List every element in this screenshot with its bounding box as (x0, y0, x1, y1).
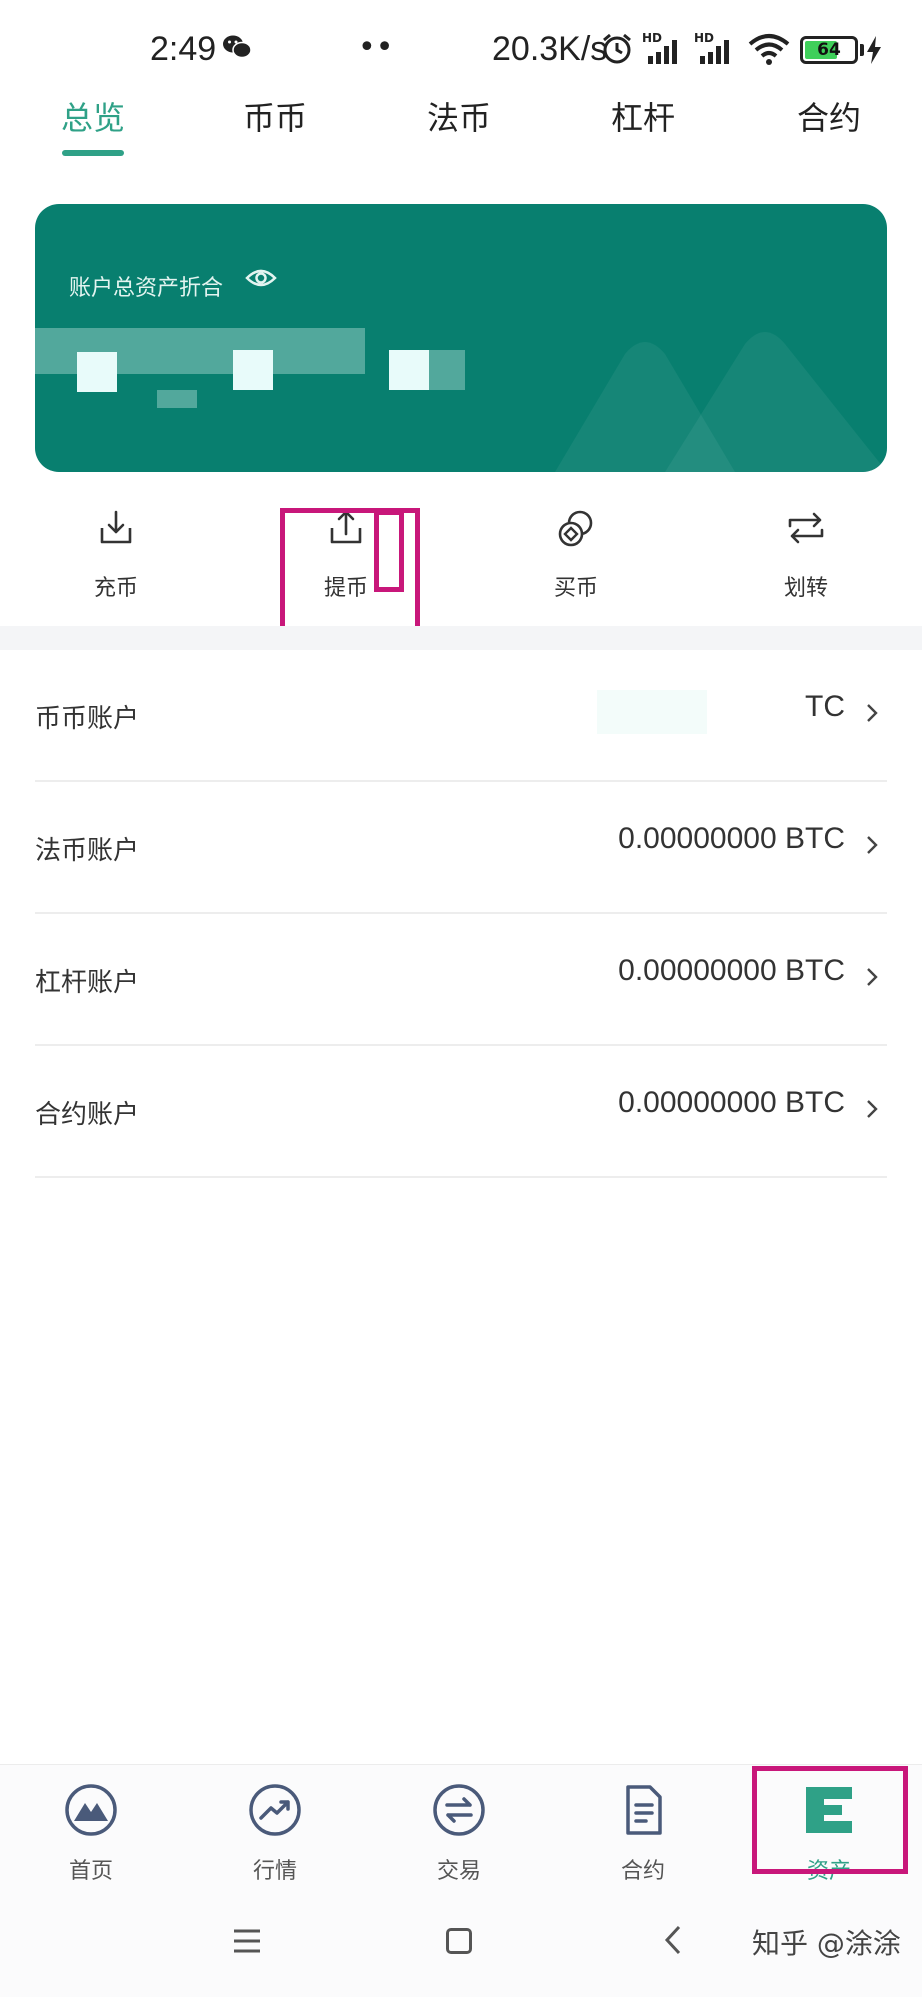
tab-fiat[interactable]: 法币 (414, 90, 504, 146)
tab-overview[interactable]: 总览 (48, 90, 138, 146)
assets-highlight-box (752, 1766, 908, 1874)
censor-block (157, 390, 197, 408)
buy-coin-button[interactable]: 买币 (506, 500, 646, 610)
status-dots: •• (358, 30, 394, 65)
censor-block (233, 350, 273, 390)
nav-contract[interactable]: 合约 (578, 1765, 708, 1884)
account-name: 合约账户 (35, 1100, 140, 1130)
quick-actions: 充币 提币 买币 划转 (0, 500, 922, 624)
contract-document-icon (626, 1785, 662, 1835)
tab-futures[interactable]: 合约 (784, 90, 874, 146)
deposit-button[interactable]: 充币 (46, 500, 186, 610)
nav-home[interactable]: 首页 (26, 1765, 156, 1884)
system-navigation-bar: 知乎 @涂涂 (0, 1880, 922, 1997)
censor-block (77, 352, 117, 392)
signal-badge: HD (694, 31, 714, 45)
account-row-fiat[interactable]: 法币账户 0.00000000 BTC (35, 782, 887, 914)
deposit-icon (100, 510, 132, 544)
active-tab-indicator (62, 150, 124, 156)
card-mountain-decoration (555, 332, 887, 472)
nav-market[interactable]: 行情 (210, 1765, 340, 1884)
total-assets-label: 账户总资产折合 (69, 276, 224, 301)
cursor-highlight-mark (374, 510, 404, 592)
back-chevron-icon[interactable] (664, 1924, 682, 1956)
transfer-icon (788, 512, 824, 544)
account-balance: TC (805, 690, 845, 723)
status-bar: 2:49 •• 20.3K/s HD HD 64 (0, 0, 922, 100)
transfer-button[interactable]: 划转 (736, 500, 876, 610)
account-row-margin[interactable]: 杠杆账户 0.00000000 BTC (35, 914, 887, 1046)
total-assets-card: 账户总资产折合 (35, 204, 887, 472)
account-balance: 0.00000000 BTC (618, 954, 845, 987)
trade-exchange-icon (433, 1784, 485, 1836)
battery-level: 64 (817, 40, 841, 60)
account-balance: 0.00000000 BTC (618, 1086, 845, 1119)
status-time: 2:49 (150, 30, 217, 68)
watermark: 知乎 @涂涂 (752, 1927, 901, 1960)
censored-balance (597, 690, 707, 734)
account-row-spot[interactable]: 币币账户 TC (35, 650, 887, 782)
chevron-right-icon (867, 1100, 878, 1118)
tab-spot[interactable]: 币币 (230, 90, 320, 146)
chevron-right-icon (867, 704, 878, 722)
battery-indicator: 64 (800, 36, 858, 64)
market-trend-icon (249, 1784, 301, 1836)
chevron-right-icon (867, 836, 878, 854)
transfer-label: 划转 (783, 576, 828, 601)
buy-coin-icon (558, 510, 593, 547)
chevron-right-icon (867, 968, 878, 986)
account-tabs: 总览 币币 法币 杠杆 合约 (0, 90, 922, 160)
wechat-icon (223, 35, 252, 59)
signal-badge: HD (642, 31, 662, 45)
alarm-icon (603, 33, 631, 64)
account-name: 杠杆账户 (35, 968, 140, 998)
home-mountain-icon (65, 1784, 117, 1836)
deposit-label: 充币 (93, 576, 138, 601)
eye-icon[interactable] (245, 266, 277, 290)
signal-icon: HD (642, 31, 677, 64)
section-divider (0, 626, 922, 650)
account-balance: 0.00000000 BTC (618, 822, 845, 855)
menu-icon[interactable] (232, 1928, 262, 1954)
account-row-futures[interactable]: 合约账户 0.00000000 BTC (35, 1046, 887, 1178)
wifi-icon (748, 34, 790, 65)
nav-trade[interactable]: 交易 (394, 1765, 524, 1884)
censor-block (389, 350, 429, 390)
network-speed: 20.3K/s (492, 30, 608, 68)
buy-coin-label: 买币 (553, 576, 598, 601)
battery-tip (860, 44, 864, 56)
account-name: 法币账户 (35, 836, 140, 866)
home-square-icon[interactable] (446, 1928, 472, 1954)
signal-icon: HD (694, 31, 729, 64)
charging-bolt-icon (867, 36, 881, 64)
tab-margin[interactable]: 杠杆 (598, 90, 688, 146)
account-name: 币币账户 (35, 704, 140, 734)
censor-block (429, 350, 465, 390)
